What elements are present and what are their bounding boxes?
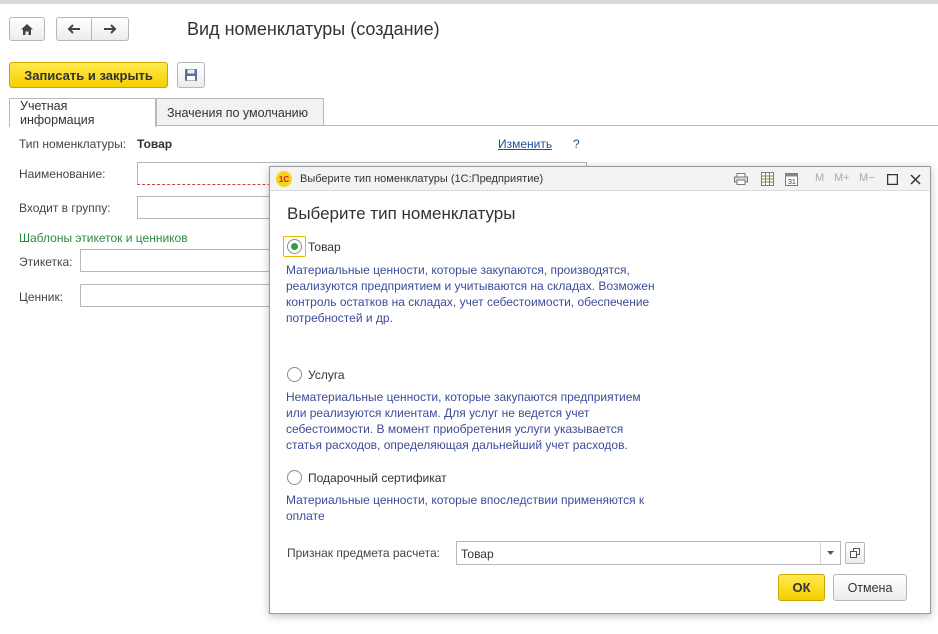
type-label: Тип номенклатуры: — [19, 137, 127, 151]
select-type-dialog: 1С Выберите тип номенклатуры (1С:Предпри… — [269, 166, 931, 614]
tab-default-values[interactable]: Значения по умолчанию — [156, 98, 324, 126]
arrow-right-icon — [104, 24, 117, 34]
memory-minus-button[interactable]: M− — [859, 172, 875, 184]
svg-text:31: 31 — [788, 179, 796, 186]
arrow-left-icon — [67, 24, 80, 34]
maximize-icon — [886, 173, 898, 185]
payment-subject-label: Признак предмета расчета: — [287, 546, 440, 560]
help-button[interactable]: ? — [573, 137, 580, 151]
save-button[interactable] — [177, 62, 205, 88]
calendar-icon[interactable]: 31 — [784, 172, 798, 186]
option-gift-certificate-description: Материальные ценности, которые впоследст… — [286, 493, 645, 523]
label-template-input[interactable] — [80, 249, 272, 272]
change-type-link[interactable]: Изменить — [498, 137, 552, 151]
maximize-button[interactable] — [883, 170, 901, 188]
payment-subject-value: Товар — [461, 547, 494, 561]
table-icon[interactable] — [760, 172, 774, 186]
1c-logo-icon: 1С — [276, 171, 292, 187]
open-item-button[interactable] — [845, 542, 865, 564]
home-icon — [21, 23, 33, 35]
dropdown-button[interactable] — [820, 542, 840, 564]
floppy-disk-icon — [185, 69, 197, 81]
group-label: Входит в группу: — [19, 201, 111, 215]
save-and-close-button[interactable]: Записать и закрыть — [9, 62, 168, 88]
tab-label: Значения по умолчанию — [167, 105, 309, 120]
print-icon[interactable] — [734, 172, 748, 186]
dialog-titlebar[interactable]: 1С Выберите тип номенклатуры (1С:Предпри… — [270, 167, 930, 191]
radio-service[interactable] — [287, 367, 302, 382]
back-button[interactable] — [56, 17, 92, 41]
tab-label: Учетная информация — [20, 99, 95, 127]
home-button[interactable] — [9, 17, 45, 41]
radio-goods[interactable] — [287, 239, 302, 254]
group-input[interactable] — [137, 196, 272, 219]
chevron-down-icon — [827, 551, 834, 555]
payment-subject-select[interactable]: Товар — [456, 541, 841, 565]
memory-plus-button[interactable]: M+ — [834, 172, 850, 184]
memory-m-button[interactable]: M — [815, 172, 824, 184]
close-icon — [909, 173, 921, 185]
forward-button[interactable] — [91, 17, 129, 41]
name-label: Наименование: — [19, 167, 106, 181]
window-top-strip — [0, 0, 938, 4]
option-goods-description: Материальные ценности, которые закупаютс… — [286, 263, 655, 325]
price-tag-label: Ценник: — [19, 290, 64, 304]
option-gift-certificate-label[interactable]: Подарочный сертификат — [308, 471, 447, 485]
option-goods-label[interactable]: Товар — [308, 240, 341, 254]
price-tag-input[interactable] — [80, 284, 272, 307]
page-title: Вид номенклатуры (создание) — [187, 19, 440, 39]
ok-button[interactable]: ОК — [778, 574, 825, 601]
label-template-label: Этикетка: — [19, 255, 73, 269]
open-window-icon — [850, 548, 860, 558]
dialog-heading: Выберите тип номенклатуры — [287, 204, 516, 223]
dialog-window-title: Выберите тип номенклатуры (1С:Предприяти… — [300, 173, 544, 185]
option-service-label[interactable]: Услуга — [308, 368, 345, 382]
type-value: Товар — [137, 137, 173, 151]
tab-accounting-info[interactable]: Учетная информация — [9, 98, 156, 127]
cancel-button[interactable]: Отмена — [833, 574, 907, 601]
radio-gift-certificate[interactable] — [287, 470, 302, 485]
templates-header: Шаблоны этикеток и ценников — [19, 231, 188, 245]
radio-selected-dot — [291, 243, 298, 250]
close-button[interactable] — [906, 170, 924, 188]
option-service-description: Нематериальные ценности, которые закупаю… — [286, 390, 641, 452]
